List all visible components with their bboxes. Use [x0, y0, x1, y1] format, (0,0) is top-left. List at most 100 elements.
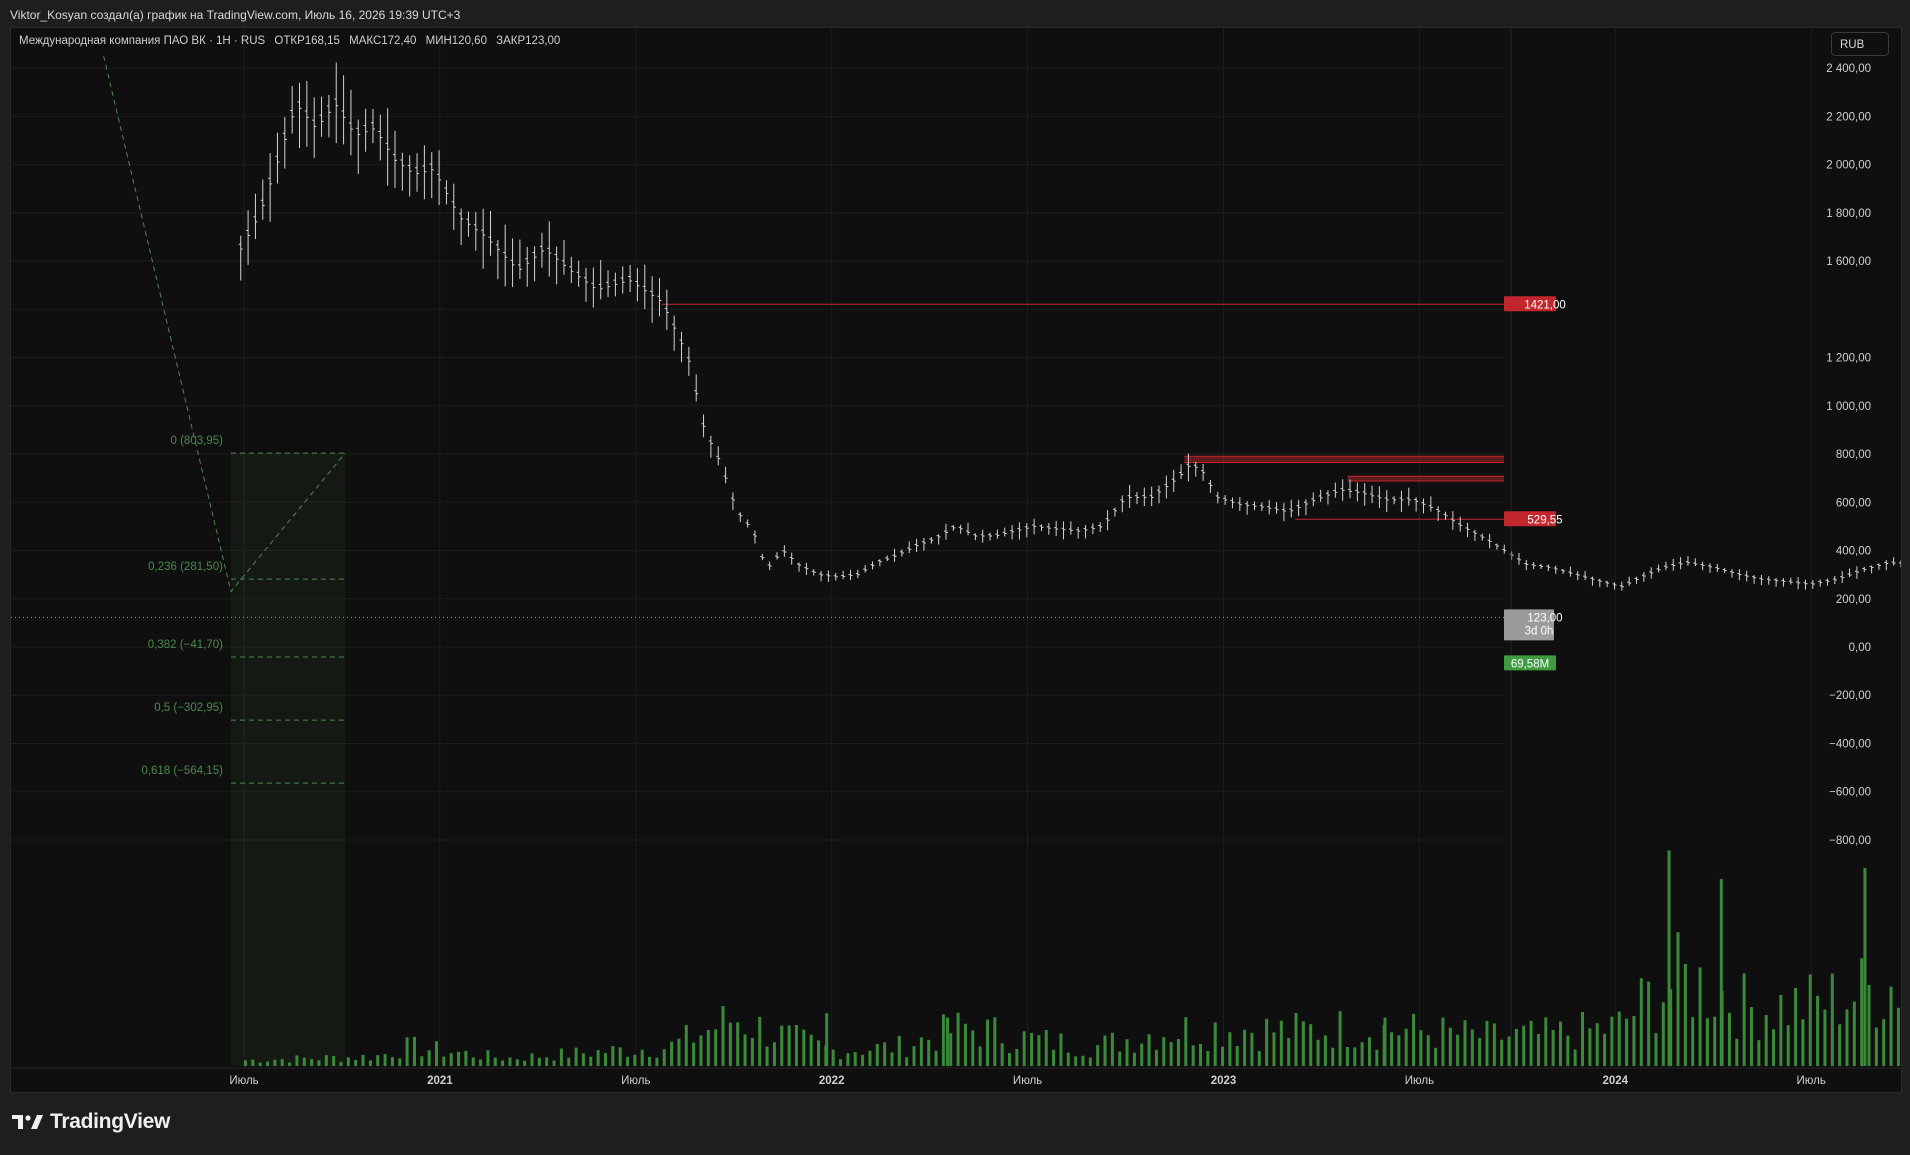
volume-bar [1698, 967, 1702, 1066]
volume-bar [1779, 994, 1783, 1066]
resistance-zone[interactable] [1347, 476, 1504, 482]
tradingview-logo[interactable]: TradingView [12, 1110, 170, 1134]
price-tick-label: 0,00 [1849, 642, 1871, 654]
volume-bar [1463, 1020, 1467, 1066]
volume-bar [1118, 1051, 1122, 1066]
volume-bar [1683, 964, 1687, 1066]
volume-bar [1052, 1049, 1056, 1066]
volume-bar [1383, 1017, 1387, 1066]
volume-bar [1015, 1048, 1019, 1066]
volume-bar [1147, 1034, 1151, 1066]
volume-bar [1470, 1029, 1474, 1066]
volume-bar [1661, 1002, 1665, 1066]
volume-bar [1823, 1009, 1827, 1066]
volume-bar [626, 1056, 630, 1066]
time-tick-label: 2021 [427, 1075, 453, 1087]
volume-bar [993, 1017, 997, 1066]
price-chart[interactable]: 0 (803,95) 0,236 (281,50) 0,382 (−41,70) 0,… [11, 28, 1901, 1092]
footer: TradingView [0, 1093, 1910, 1155]
price-tick-label: 600,00 [1836, 497, 1871, 509]
volume-bar [1390, 1032, 1394, 1066]
volume-bar [1426, 1035, 1430, 1066]
ohlc-open: ОТКР168,15 [274, 35, 340, 47]
volume-bar [1529, 1020, 1533, 1066]
volume-bar [251, 1059, 255, 1066]
price-tick-label: 2 200,00 [1826, 111, 1871, 123]
volume-bar [1566, 1035, 1570, 1066]
level-price-label: 529,55 [1527, 514, 1562, 526]
volume-bar [1176, 1038, 1180, 1066]
volume-bar [1030, 1033, 1034, 1066]
volume-bar [442, 1056, 446, 1066]
volume-bar [949, 1033, 953, 1066]
volume-bar [758, 1016, 762, 1066]
volume-bar [846, 1053, 850, 1066]
volume-bar [1727, 1012, 1731, 1066]
ohlc-close: ЗАКР123,00 [496, 35, 561, 47]
time-tick-label: Июль [229, 1075, 258, 1087]
volume-bar [398, 1058, 402, 1066]
volume-bar [956, 1012, 960, 1066]
volume-bar [1353, 1047, 1357, 1066]
volume-bar [479, 1059, 483, 1066]
volume-bar [1022, 1031, 1026, 1066]
price-tick-label: −600,00 [1829, 787, 1871, 799]
volume-bar [1676, 932, 1680, 1066]
volume-bar [868, 1050, 872, 1066]
volume-bar [508, 1057, 512, 1066]
volume-bar [1140, 1043, 1144, 1066]
volume-bar [1863, 868, 1867, 1066]
resistance-zone[interactable] [1184, 456, 1504, 463]
volume-bar [1331, 1047, 1335, 1066]
volume-bar [412, 1036, 416, 1066]
volume-bar [368, 1060, 372, 1066]
volume-bar [1522, 1025, 1526, 1066]
volume-bar [897, 1035, 901, 1066]
volume-bar [1639, 978, 1643, 1066]
volume-bar [825, 1013, 829, 1066]
volume-bar [280, 1059, 284, 1066]
chart-panel[interactable]: 0 (803,95) 0,236 (281,50) 0,382 (−41,70) 0,… [10, 27, 1902, 1093]
volume-bar [1441, 1017, 1445, 1066]
volume-bar [1162, 1037, 1166, 1066]
volume-bar [692, 1042, 696, 1066]
volume-bar [537, 1057, 541, 1066]
volume-bar [1088, 1057, 1092, 1066]
volume-bar [1397, 1035, 1401, 1066]
volume-bar [1316, 1039, 1320, 1066]
symbol-name[interactable]: Международная компания ПАО ВК · 1Н · RUS [19, 35, 265, 47]
volume-bar [1492, 1023, 1496, 1066]
volume-bar [736, 1022, 740, 1066]
volume-bar [1066, 1052, 1070, 1066]
symbol-legend: Международная компания ПАО ВК · 1Н · RUS… [19, 35, 566, 47]
currency-button[interactable]: RUB [1831, 32, 1889, 56]
volume-bar [552, 1060, 556, 1066]
volume-bar [559, 1048, 563, 1066]
volume-bar [603, 1053, 607, 1066]
volume-bar [1478, 1038, 1482, 1066]
volume-bar [464, 1050, 468, 1066]
volume-bar [1367, 1037, 1371, 1066]
volume-bar [346, 1057, 350, 1066]
fib-zone[interactable] [230, 453, 346, 1066]
current-price-label: 123,00 [1527, 612, 1562, 624]
volume-bar [883, 1042, 887, 1066]
volume-bar [288, 1062, 292, 1066]
volume-bar [493, 1057, 497, 1066]
volume-bar [1265, 1018, 1269, 1066]
volume-bar [1294, 1012, 1298, 1066]
volume-bar [1654, 1033, 1658, 1066]
volume-bar [1603, 1033, 1607, 1066]
volume-bar [1103, 1035, 1107, 1066]
level-price-label: 1421,00 [1524, 299, 1566, 311]
volume-bar [339, 1061, 343, 1066]
volume-bar [945, 1017, 949, 1066]
volume-bar [1235, 1045, 1239, 1066]
volume-bar [1558, 1021, 1562, 1066]
volume-bar [934, 1050, 938, 1066]
volume-bar [530, 1053, 534, 1066]
volume-bar [1345, 1047, 1349, 1066]
volume-bar [1610, 1016, 1614, 1066]
volume-bar [427, 1050, 431, 1066]
fib-level-label: 0,382 (−41,70) [148, 639, 223, 651]
